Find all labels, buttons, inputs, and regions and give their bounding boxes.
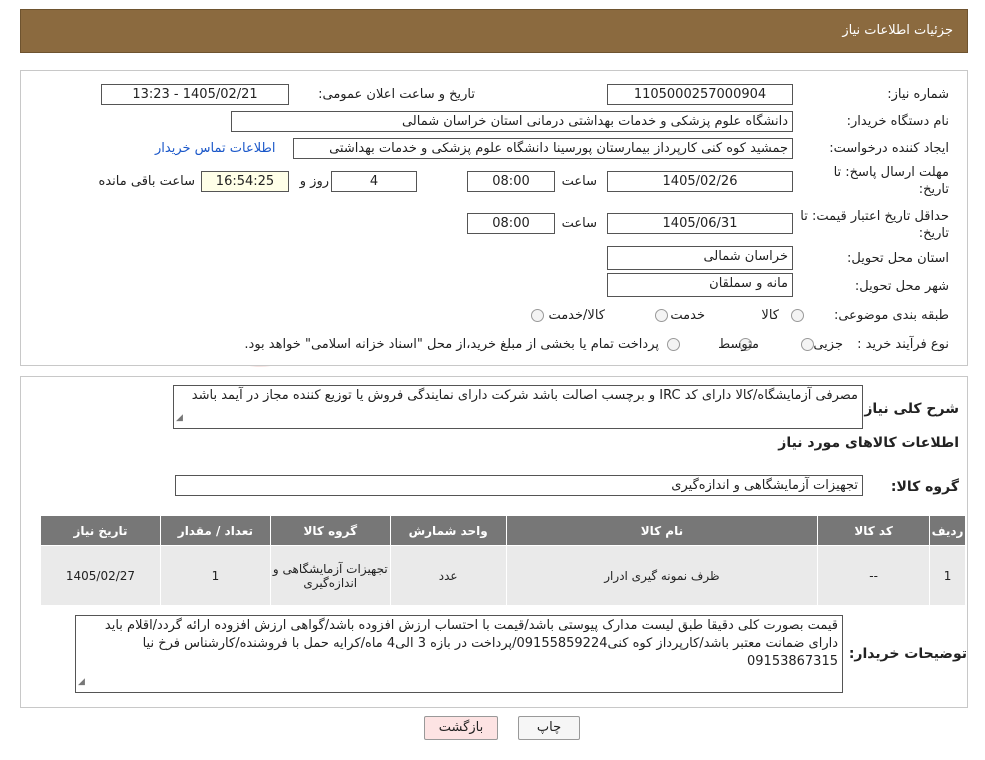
cell-date: 1405/02/27 [40, 545, 161, 606]
info-panel: شماره نیاز: 1105000257000904 تاریخ و ساع… [20, 70, 968, 366]
cell-code: -- [817, 545, 931, 606]
items-title: اطلاعات کالاهای مورد نیاز [778, 435, 959, 451]
cell-quantity: 1 [159, 545, 271, 606]
category-option-service: خدمت [670, 308, 705, 323]
process-option-minor: جزیی [813, 337, 843, 352]
days-label: روز و [299, 174, 329, 189]
deadline-time-field: 08:00 [467, 171, 555, 192]
print-button[interactable]: چاپ [518, 716, 580, 740]
col-group: گروه کالا [269, 515, 391, 546]
process-option-medium: متوسط [718, 337, 759, 352]
summary-label: شرح کلی نیاز: [858, 401, 959, 417]
notes-label: توضیحات خریدار: [848, 646, 967, 662]
cell-name: ظرف نمونه گیری ادرار [505, 545, 819, 606]
summary-text: مصرفی آزمایشگاه/کالا دارای کد IRC و برچس… [191, 388, 858, 403]
category-label: طبقه بندی موضوعی: [833, 308, 949, 323]
remaining-label: ساعت باقی مانده [98, 174, 195, 189]
summary-field: مصرفی آزمایشگاه/کالا دارای کد IRC و برچس… [173, 385, 863, 429]
buyer-field: دانشگاه علوم پزشکی و خدمات بهداشتی درمان… [231, 111, 793, 132]
col-name: نام کالا [505, 515, 819, 546]
creator-field: جمشید کوه کنی کارپرداز بیمارستان پورسینا… [293, 138, 793, 159]
process-note: پرداخت تمام یا بخشی از مبلغ خرید،از محل … [244, 337, 659, 352]
need-number-label: شماره نیاز: [887, 87, 949, 102]
category-radio-service[interactable] [655, 309, 668, 322]
days-field: 4 [331, 171, 417, 192]
notes-field: قیمت بصورت کلی دقیقا طبق لیست مدارک پیوس… [75, 615, 843, 693]
cell-unit: عدد [389, 545, 507, 606]
deadline-time-label: ساعت [561, 174, 597, 189]
need-number-field: 1105000257000904 [607, 84, 793, 105]
resize-grip-icon[interactable]: ◢ [176, 409, 183, 427]
remaining-time-field: 16:54:25 [201, 171, 289, 192]
table-row: 1 -- ظرف نمونه گیری ادرار عدد تجهیزات آز… [40, 545, 966, 606]
category-option-both: کالا/خدمت [548, 308, 605, 323]
deadline-label: مهلت ارسال پاسخ: تا تاریخ: [833, 165, 949, 197]
process-label: نوع فرآیند خرید : [857, 337, 949, 352]
announce-field: 1405/02/21 - 13:23 [101, 84, 289, 105]
validity-time-label: ساعت [561, 216, 597, 231]
process-radio-minor[interactable] [801, 338, 814, 351]
col-row: ردیف [929, 515, 966, 546]
cell-row: 1 [929, 545, 966, 606]
city-field: مانه و سملقان [607, 273, 793, 297]
category-radio-goods[interactable] [791, 309, 804, 322]
col-code: کد کالا [817, 515, 931, 546]
province-label: استان محل تحویل: [847, 251, 949, 266]
buyer-label: نام دستگاه خریدار: [846, 114, 949, 129]
col-unit: واحد شمارش [389, 515, 507, 546]
category-radio-both[interactable] [531, 309, 544, 322]
group-field: تجهیزات آزمایشگاهی و اندازه‌گیری [175, 475, 863, 496]
col-date: تاریخ نیاز [40, 515, 161, 546]
col-quantity: تعداد / مقدار [159, 515, 271, 546]
validity-time-field: 08:00 [467, 213, 555, 234]
deadline-date-field: 1405/02/26 [607, 171, 793, 192]
city-label: شهر محل تحویل: [854, 279, 949, 294]
province-field: خراسان شمالی [607, 246, 793, 270]
contact-info-link[interactable]: اطلاعات تماس خریدار [155, 141, 275, 156]
items-table: ردیف کد کالا نام کالا واحد شمارش گروه کا… [40, 515, 966, 606]
table-header-row: ردیف کد کالا نام کالا واحد شمارش گروه کا… [40, 515, 966, 546]
validity-label: حداقل تاریخ اعتبار قیمت: تا تاریخ: [800, 209, 949, 241]
validity-date-field: 1405/06/31 [607, 213, 793, 234]
announce-label: تاریخ و ساعت اعلان عمومی: [318, 87, 475, 102]
page-title: جزئیات اطلاعات نیاز [842, 23, 953, 38]
page-header: جزئیات اطلاعات نیاز [20, 9, 968, 53]
group-label: گروه کالا: [890, 479, 959, 495]
cell-group: تجهیزات آزمایشگاهی و اندازه‌گیری [269, 545, 391, 606]
resize-grip-icon[interactable]: ◢ [78, 673, 85, 691]
category-option-goods: کالا [761, 308, 779, 323]
creator-label: ایجاد کننده درخواست: [829, 141, 949, 156]
process-radio-treasury[interactable] [667, 338, 680, 351]
notes-text: قیمت بصورت کلی دقیقا طبق لیست مدارک پیوس… [104, 618, 838, 669]
back-button[interactable]: بازگشت [424, 716, 498, 740]
